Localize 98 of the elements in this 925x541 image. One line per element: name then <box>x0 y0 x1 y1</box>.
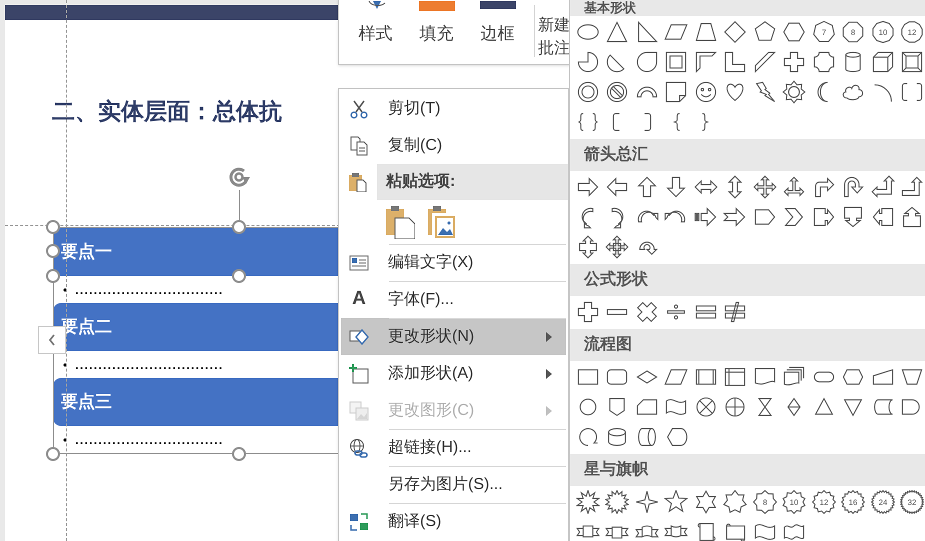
bent-up-arrow-shape-icon[interactable] <box>900 175 924 199</box>
placeholder-text: ................................ <box>75 432 224 446</box>
font-icon: A <box>352 285 366 314</box>
submenu-arrow-icon <box>546 406 552 416</box>
striped-arrow-shape-icon[interactable] <box>694 205 718 229</box>
lightning-shape-icon[interactable] <box>752 80 777 104</box>
bracket-pair-shape-icon[interactable] <box>900 80 924 104</box>
cross-shape-icon[interactable] <box>782 50 806 74</box>
translate-icon <box>349 512 369 532</box>
display-shape-icon[interactable] <box>664 425 688 449</box>
sun-shape-icon[interactable] <box>782 80 806 104</box>
fill-color-icon <box>418 1 454 11</box>
down-arrow-shape-icon[interactable] <box>664 175 688 199</box>
right-arrow-shape-icon[interactable] <box>576 175 600 199</box>
five-point-star-shape-icon[interactable] <box>664 490 688 514</box>
diamond-shape-icon[interactable] <box>723 20 748 44</box>
twelve-point-star-shape-icon[interactable]: 12 <box>812 490 836 514</box>
menu-item[interactable]: 翻译(S) <box>341 503 566 540</box>
burst-star-shape-icon[interactable]: 24 <box>870 490 895 514</box>
dodecagon-shape-icon[interactable]: 12 <box>900 20 924 44</box>
gallery-section-header: 基本形状 <box>570 0 925 16</box>
outline-color-icon <box>480 1 516 11</box>
l-shape-shape-icon[interactable] <box>723 50 748 74</box>
brace-pair-shape-icon[interactable] <box>576 110 600 134</box>
clipboard-icon <box>348 172 368 192</box>
octagon-shape-icon[interactable]: 8 <box>841 20 866 44</box>
placeholder-text: ................................ <box>75 282 224 296</box>
toolbar-button[interactable]: 样式 <box>345 0 406 63</box>
burst-shape-icon[interactable] <box>605 490 630 514</box>
cube-shape-icon[interactable] <box>870 50 895 74</box>
shape-change-icon <box>349 326 369 346</box>
copy-icon <box>349 136 369 156</box>
trapezoid-shape-icon[interactable] <box>694 20 718 44</box>
menu-item[interactable]: 复制(C) <box>341 127 566 164</box>
or-symbol-shape-icon[interactable] <box>723 395 748 419</box>
slide-title: 二、实体层面：总体抗 <box>52 97 282 126</box>
menu-item[interactable]: 更改形状(N) <box>341 318 566 355</box>
pentagon-shape-icon[interactable] <box>752 20 777 44</box>
explosion-shape-icon[interactable] <box>576 490 600 514</box>
hexagon-shape-icon[interactable] <box>782 20 806 44</box>
multiply-shape-icon[interactable] <box>634 300 659 324</box>
placeholder-text: ................................ <box>75 358 224 372</box>
frame-shape-icon[interactable] <box>664 50 688 74</box>
not-equal-shape-icon[interactable] <box>723 300 748 324</box>
up-arrow-shape-icon[interactable] <box>634 175 659 199</box>
add-shape-icon <box>349 364 369 384</box>
bevel-shape-icon[interactable] <box>900 50 924 74</box>
right-callout-shape-icon[interactable] <box>812 205 836 229</box>
four-point-star-shape-icon[interactable] <box>634 490 659 514</box>
seven-point-star-shape-icon[interactable] <box>723 490 748 514</box>
menu-item[interactable]: 剪切(T) <box>341 90 566 127</box>
quad-callout-shape-icon[interactable] <box>605 235 630 259</box>
chevron-left-icon <box>48 334 56 346</box>
teardrop-shape-icon[interactable] <box>634 50 659 74</box>
pie-shape-icon[interactable] <box>576 50 600 74</box>
toolbar-button[interactable]: 新建批注 <box>538 0 572 64</box>
submenu-arrow-icon <box>546 332 552 342</box>
plus-shape-icon[interactable] <box>576 300 600 324</box>
sixteen-point-star-shape-icon[interactable]: 16 <box>841 490 866 514</box>
internal-storage-shape-icon[interactable] <box>723 365 748 389</box>
paste-picture-icon[interactable] <box>427 205 457 239</box>
half-frame-shape-icon[interactable] <box>694 50 718 74</box>
globe-link-icon <box>349 438 369 458</box>
menu-item[interactable]: 超链接(H)... <box>341 429 566 466</box>
left-up-arrow-shape-icon[interactable] <box>870 175 895 199</box>
plaque-shape-icon[interactable] <box>812 50 836 74</box>
toolbar-button[interactable]: 填充 <box>406 0 467 63</box>
submenu-arrow-icon <box>546 368 552 378</box>
gallery-section-header: 星与旗帜 <box>570 454 925 486</box>
gallery-section-header: 流程图 <box>570 329 925 361</box>
left-callout-shape-icon[interactable] <box>870 205 895 229</box>
menu-item[interactable]: 另存为图片(S)... <box>341 466 566 503</box>
menu-section-header: 粘贴选项: <box>377 164 568 200</box>
folded-corner-shape-icon[interactable] <box>664 80 688 104</box>
left-arrow-shape-icon[interactable] <box>605 175 630 199</box>
decagon-shape-icon[interactable]: 10 <box>870 20 895 44</box>
paste-keep-format-icon[interactable] <box>385 205 415 239</box>
eight-point-star-shape-icon[interactable]: 8 <box>752 490 777 514</box>
no-symbol-shape-icon[interactable] <box>605 80 630 104</box>
text-box-icon <box>349 252 369 272</box>
three-way-arrow-shape-icon[interactable] <box>782 175 806 199</box>
ten-point-star-shape-icon[interactable]: 10 <box>782 490 806 514</box>
toolbar-button[interactable]: 边框 <box>467 0 528 63</box>
picture-change-icon <box>349 400 369 420</box>
summing-junction-shape-icon[interactable] <box>694 395 718 419</box>
notched-arrow-shape-icon[interactable] <box>723 205 748 229</box>
gallery-section-header: 箭头总汇 <box>570 139 925 171</box>
donut-shape-icon[interactable] <box>576 80 600 104</box>
triangle-shape-icon[interactable] <box>605 20 630 44</box>
u-turn-arrow-shape-icon[interactable] <box>841 175 866 199</box>
gallery-section-header: 公式形状 <box>570 264 925 296</box>
many-point-star-shape-icon[interactable]: 32 <box>900 490 924 514</box>
smiley-shape-icon[interactable] <box>694 80 718 104</box>
heptagon-shape-icon[interactable]: 7 <box>812 20 836 44</box>
six-point-star-shape-icon[interactable] <box>694 490 718 514</box>
scissors-icon <box>349 98 369 118</box>
four-way-arrow-shape-icon[interactable] <box>752 175 777 199</box>
diagonal-stripe-shape-icon[interactable] <box>752 50 777 74</box>
